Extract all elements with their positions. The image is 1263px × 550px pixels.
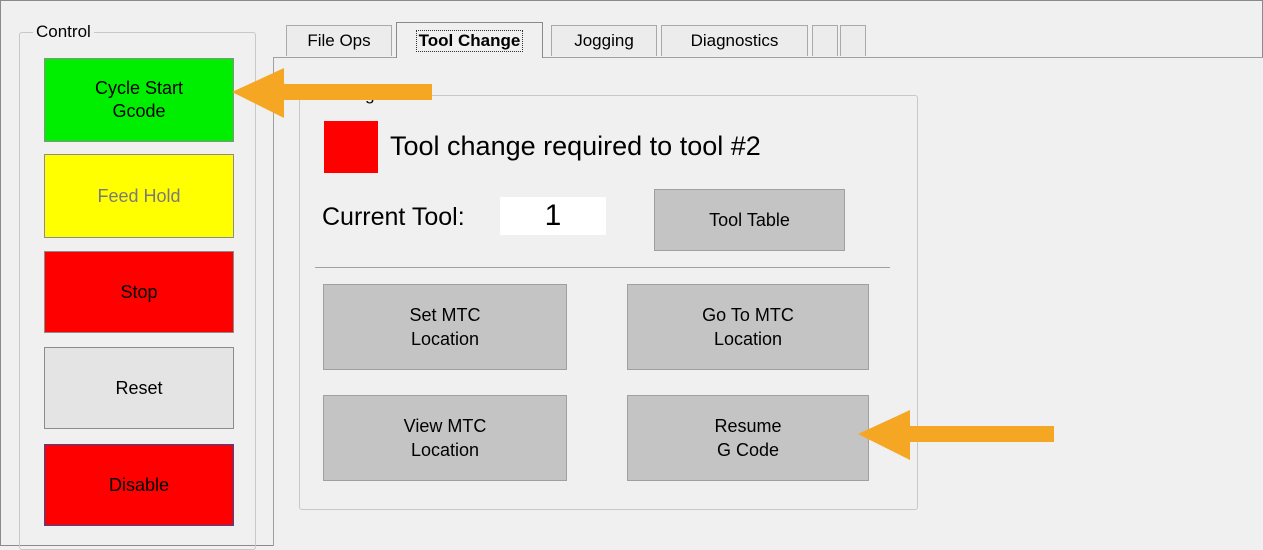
current-tool-value: 1 [500,197,606,235]
tab-empty-2[interactable] [840,25,866,56]
tool-change-message: Tool change required to tool #2 [390,131,761,161]
tab-file-ops[interactable]: File Ops [286,25,392,56]
tab-tool-change-label: Tool Change [415,29,524,52]
disable-button[interactable]: Disable [44,444,234,526]
stop-button[interactable]: Stop [44,251,234,333]
set-mtc-location-button[interactable]: Set MTC Location [323,284,567,370]
cycle-start-button[interactable]: Cycle Start Gcode [44,58,234,142]
control-group-legend: Control [33,22,94,42]
arrow-left-icon [858,410,1054,460]
go-to-mtc-location-button[interactable]: Go To MTC Location [627,284,869,370]
tab-tool-change[interactable]: Tool Change [396,22,543,58]
resume-gcode-button[interactable]: Resume G Code [627,395,869,481]
current-tool-label: Current Tool: [322,203,465,231]
tab-jogging[interactable]: Jogging [551,25,657,56]
status-indicator [324,121,378,173]
feed-hold-button[interactable]: Feed Hold [44,154,234,238]
view-mtc-location-button[interactable]: View MTC Location [323,395,567,481]
reset-button[interactable]: Reset [44,347,234,429]
tool-table-button[interactable]: Tool Table [654,189,845,251]
tab-empty-1[interactable] [812,25,838,56]
divider [315,267,890,268]
tab-diagnostics[interactable]: Diagnostics [661,25,808,56]
arrow-left-icon [232,68,432,118]
